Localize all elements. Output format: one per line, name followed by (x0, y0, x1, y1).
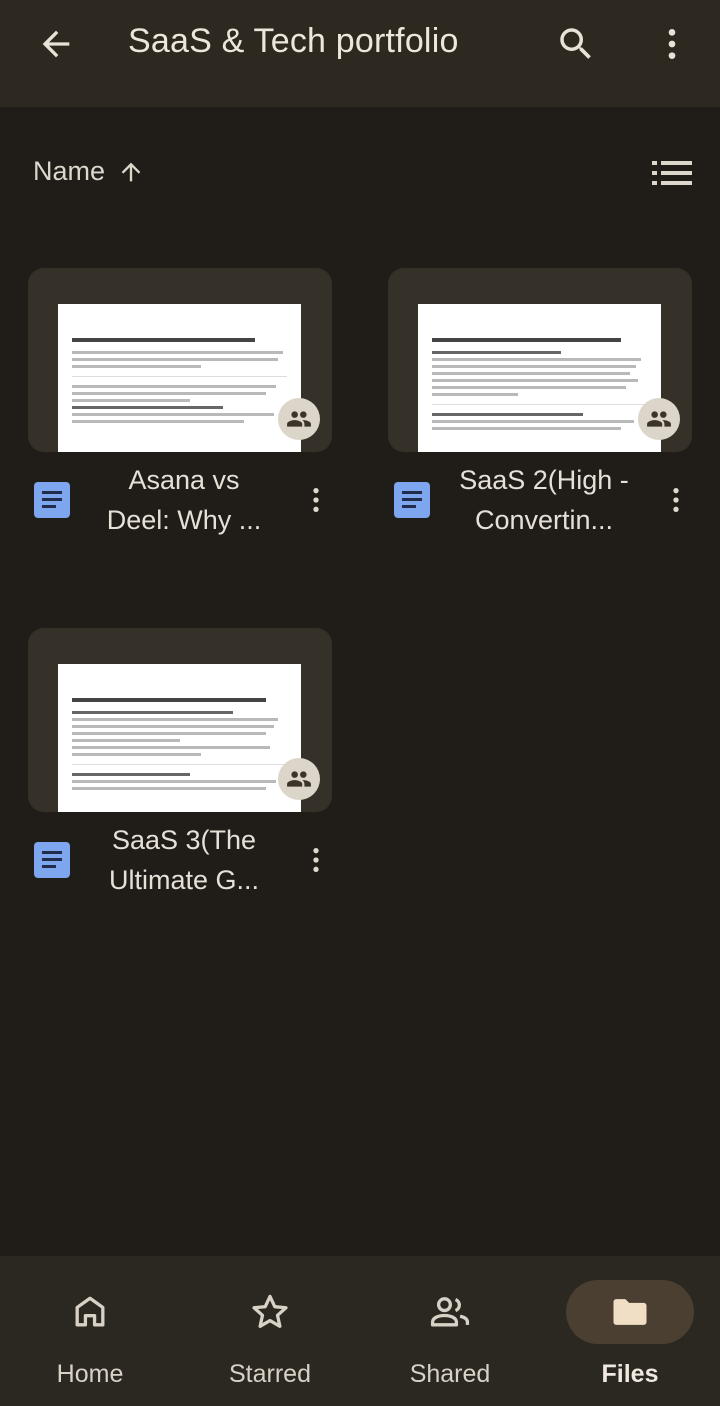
file-name[interactable]: SaaS 3(The Ultimate G... (98, 820, 270, 900)
document-preview (58, 304, 301, 452)
sort-bar: Name (0, 140, 720, 204)
bottom-navigation: Home Starred Shared Files (0, 1256, 720, 1406)
folder-icon (613, 1299, 647, 1325)
list-view-icon[interactable] (648, 154, 696, 192)
document-preview (58, 664, 301, 812)
search-button[interactable] (548, 18, 604, 70)
people-icon (430, 1297, 470, 1327)
sort-by-name-button[interactable]: Name (33, 156, 105, 187)
file-thumbnail[interactable] (388, 268, 692, 452)
more-options-button[interactable] (650, 18, 694, 70)
nav-label: Shared (409, 1360, 491, 1388)
search-icon (560, 28, 591, 59)
file-name[interactable]: Asana vs Deel: Why ... (98, 460, 270, 540)
google-docs-icon (34, 842, 70, 878)
file-thumbnail[interactable] (28, 628, 332, 812)
folder-title: SaaS & Tech portfolio (128, 22, 459, 60)
star-icon (252, 1294, 288, 1328)
nav-label: Starred (229, 1360, 311, 1388)
shared-people-icon (278, 758, 320, 800)
home-icon (75, 1296, 105, 1327)
more-vert-icon[interactable] (660, 478, 692, 522)
google-docs-icon (394, 482, 430, 518)
nav-files[interactable]: Files (540, 1256, 720, 1406)
app-bar: SaaS & Tech portfolio (0, 0, 720, 107)
arrow-up-icon[interactable] (117, 157, 145, 187)
file-card[interactable]: Asana vs Deel: Why ... (28, 268, 332, 558)
file-card[interactable]: SaaS 2(High -Convertin... (388, 268, 692, 558)
more-vert-icon[interactable] (300, 838, 332, 882)
nav-label: Files (601, 1360, 659, 1388)
nav-label: Home (56, 1360, 124, 1388)
nav-starred[interactable]: Starred (180, 1256, 360, 1406)
arrow-back-icon (42, 30, 70, 58)
file-name[interactable]: SaaS 2(High -Convertin... (458, 460, 630, 540)
file-thumbnail[interactable] (28, 268, 332, 452)
more-vert-icon[interactable] (300, 478, 332, 522)
back-button[interactable] (28, 18, 84, 70)
shared-people-icon (638, 398, 680, 440)
nav-home[interactable]: Home (0, 1256, 180, 1406)
file-card[interactable]: SaaS 3(The Ultimate G... (28, 628, 332, 918)
document-preview (418, 304, 661, 452)
shared-people-icon (278, 398, 320, 440)
google-docs-icon (34, 482, 70, 518)
nav-shared[interactable]: Shared (360, 1256, 540, 1406)
more-vert-icon (668, 29, 676, 59)
